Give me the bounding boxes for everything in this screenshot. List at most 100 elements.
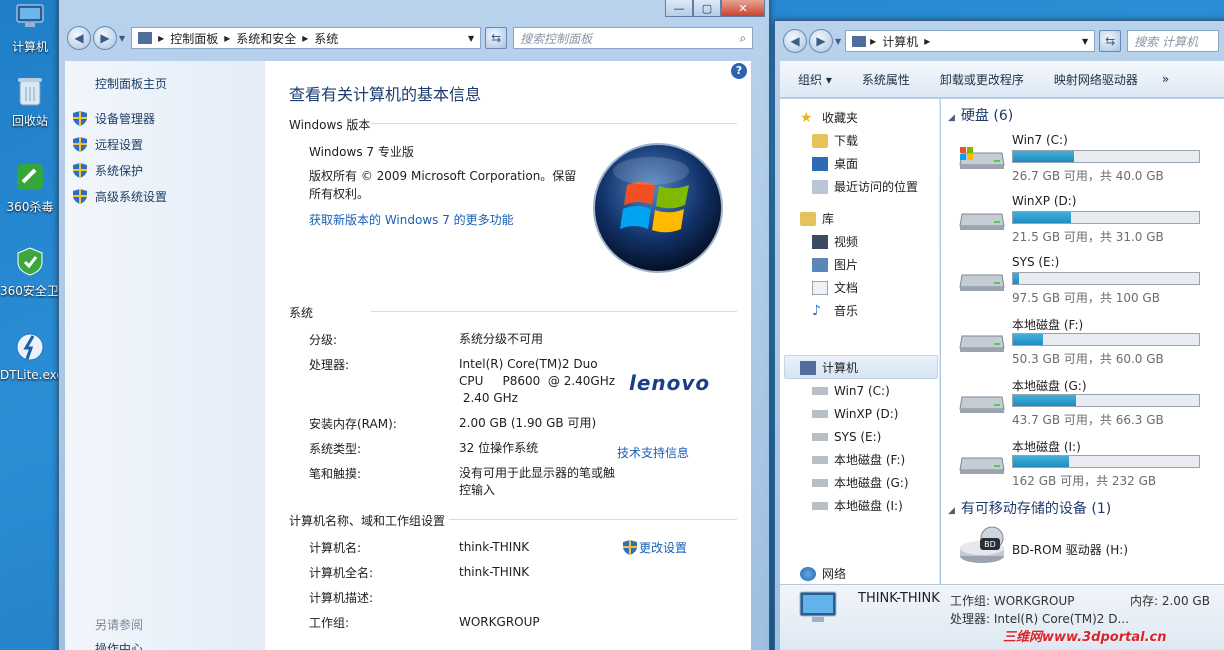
breadcrumb-item[interactable]: 系统和安全 xyxy=(236,30,296,47)
tree-item-pictures[interactable]: 图片 xyxy=(812,253,858,276)
chevron-down-icon[interactable]: ▼ xyxy=(468,34,474,43)
section-computer-name-title: 计算机名称、域和工作组设置 xyxy=(289,512,737,529)
maximize-icon: ▢ xyxy=(701,1,713,15)
recycle-bin-icon xyxy=(13,74,47,108)
tree-item-drive[interactable]: 本地磁盘 (F:) xyxy=(812,448,909,471)
memory-status: 内存: 2.00 GB xyxy=(1130,594,1210,608)
chevron-down-icon[interactable]: ▼ xyxy=(1082,37,1088,46)
drive-usage-bar xyxy=(1012,211,1200,224)
tree-item-videos[interactable]: 视频 xyxy=(812,230,858,253)
desktop-icon-360-antivirus[interactable]: 360杀毒 xyxy=(0,160,60,215)
tree-item-music[interactable]: ♪ 音乐 xyxy=(812,299,858,322)
bd-drive-label: BD-ROM 驱动器 (H:) xyxy=(1012,543,1128,557)
breadcrumb-item[interactable]: 计算机 xyxy=(882,33,918,50)
description-key: 计算机描述: xyxy=(309,591,374,605)
main-panel: ? 查看有关计算机的基本信息 Windows 版本 Windows 7 专业版 … xyxy=(289,61,747,650)
rating-link[interactable]: 系统分级不可用 xyxy=(459,331,729,348)
toolbar-system-properties-button[interactable]: 系统属性 xyxy=(862,71,910,88)
drive-name: Win7 (C:) xyxy=(1012,133,1068,147)
sidebar-item-device-manager[interactable]: 设备管理器 xyxy=(73,110,167,127)
tree-item-drive[interactable]: 本地磁盘 (I:) xyxy=(812,494,909,517)
search-input[interactable]: 搜索控制面板 ⌕ xyxy=(513,27,754,49)
forward-button[interactable]: ▶ xyxy=(93,26,117,50)
workgroup-row: 工作组: WORKGROUP xyxy=(309,614,729,631)
minimize-button[interactable]: — xyxy=(665,0,693,17)
drive-item[interactable]: 本地磁盘 (F:) 50.3 GB 可用，共 60.0 GB xyxy=(958,316,1208,370)
desktop-icon-computer[interactable]: 计算机 xyxy=(0,0,60,55)
removable-group-header[interactable]: ◢ 有可移动存储的设备 (1) xyxy=(948,498,1111,518)
sidebar: 控制面板主页 设备管理器 远程设置 系统保护 高级系统设置 另请参阅 操作中心 xyxy=(65,61,265,650)
sidebar-item-advanced-settings[interactable]: 高级系统设置 xyxy=(73,188,167,205)
network-icon xyxy=(800,566,816,581)
more-features-link[interactable]: 获取新版本的 Windows 7 的更多功能 xyxy=(309,211,514,228)
back-button[interactable]: ◀ xyxy=(783,29,807,53)
help-icon[interactable]: ? xyxy=(731,63,747,79)
sidebar-home-link[interactable]: 控制面板主页 xyxy=(95,75,167,92)
tree-item-downloads[interactable]: 下载 xyxy=(812,129,918,152)
drive-item[interactable]: 本地磁盘 (I:) 162 GB 可用，共 232 GB xyxy=(958,438,1208,492)
recent-places-icon xyxy=(812,179,828,194)
tree-item-libraries[interactable]: 库 xyxy=(800,207,858,230)
breadcrumb-item[interactable]: 系统 xyxy=(314,30,338,47)
search-placeholder: 搜索控制面板 xyxy=(520,31,593,46)
support-info-link[interactable]: 技术支持信息 xyxy=(617,444,689,461)
drive-item[interactable]: Win7 (C:) 26.7 GB 可用，共 40.0 GB xyxy=(958,133,1208,187)
toolbar-organize-button[interactable]: 组织 ▾ xyxy=(798,71,832,88)
tree-item-favorites[interactable]: ★ 收藏夹 xyxy=(800,106,918,129)
tree-item-drive[interactable]: Win7 (C:) xyxy=(812,379,909,402)
explorer-search-input[interactable]: 搜索 计算机 xyxy=(1127,30,1220,52)
tree-libraries: 库 视频 图片 文档 ♪ 音乐 xyxy=(800,207,858,322)
desktop-icon-360-safe[interactable]: 360安全卫士 xyxy=(0,244,60,299)
bd-rom-drive[interactable]: BD BD-ROM 驱动器 (H:) xyxy=(958,526,1208,566)
action-center-link[interactable]: 操作中心 xyxy=(95,640,143,650)
sidebar-item-remote-settings[interactable]: 远程设置 xyxy=(73,136,167,153)
recent-pages-icon[interactable]: ▼ xyxy=(835,37,841,46)
change-settings-label: 更改设置 xyxy=(639,541,688,555)
tree-item-drive[interactable]: SYS (E:) xyxy=(812,425,909,448)
tree-item-recent[interactable]: 最近访问的位置 xyxy=(812,175,918,198)
recent-pages-icon[interactable]: ▼ xyxy=(119,34,125,43)
hard-disk-group-header[interactable]: ◢ 硬盘 (6) xyxy=(948,105,1013,125)
computer-large-icon xyxy=(796,591,840,625)
toolbar-more-button[interactable]: » xyxy=(1162,72,1169,86)
desktop-icon-label: 360杀毒 xyxy=(6,200,54,214)
search-icon: ⌕ xyxy=(739,30,747,45)
collapse-icon: ◢ xyxy=(948,506,955,516)
breadcrumb-sep-icon: ▸ xyxy=(924,34,931,48)
desktop-icon-dtlite[interactable]: DTLite.exe xyxy=(0,330,60,382)
tree-item-drive[interactable]: WinXP (D:) xyxy=(812,402,909,425)
drive-item[interactable]: WinXP (D:) 21.5 GB 可用，共 31.0 GB xyxy=(958,194,1208,248)
description-row: 计算机描述: xyxy=(309,589,729,606)
refresh-button[interactable]: ⇆ xyxy=(1099,30,1122,52)
video-icon xyxy=(812,234,828,249)
forward-arrow-icon: ▶ xyxy=(100,31,110,45)
drive-item[interactable]: 本地磁盘 (G:) 43.7 GB 可用，共 66.3 GB xyxy=(958,377,1208,431)
refresh-button[interactable]: ⇆ xyxy=(485,27,508,49)
breadcrumb-item[interactable]: 控制面板 xyxy=(170,30,218,47)
tree-item-drive[interactable]: 本地磁盘 (G:) xyxy=(812,471,909,494)
address-bar[interactable]: ▸ 控制面板 ▸ 系统和安全 ▸ 系统 ▼ xyxy=(131,27,482,49)
drive-icon xyxy=(812,432,828,441)
desktop-icon-recycle-bin[interactable]: 回收站 xyxy=(0,74,60,129)
workgroup-status: 工作组: WORKGROUP xyxy=(950,594,1075,608)
change-settings-link[interactable]: 更改设置 xyxy=(623,539,687,556)
drive-item[interactable]: SYS (E:) 97.5 GB 可用，共 100 GB xyxy=(958,255,1208,309)
pc-name: THINK-THINK xyxy=(858,591,940,606)
shield-icon xyxy=(73,111,87,126)
explorer-address-bar[interactable]: ▸ 计算机 ▸ ▼ xyxy=(845,30,1096,52)
tree-item-network[interactable]: 网络 xyxy=(800,562,846,585)
maximize-button[interactable]: ▢ xyxy=(693,0,721,17)
minimize-icon: — xyxy=(673,1,685,15)
desktop-icon xyxy=(812,156,828,171)
forward-button[interactable]: ▶ xyxy=(809,29,833,53)
collapse-icon: ◢ xyxy=(948,113,955,123)
tree-item-computer[interactable]: 计算机 xyxy=(800,356,909,379)
toolbar-map-drive-button[interactable]: 映射网络驱动器 xyxy=(1054,71,1138,88)
toolbar-uninstall-button[interactable]: 卸载或更改程序 xyxy=(940,71,1024,88)
tree-item-documents[interactable]: 文档 xyxy=(812,276,858,299)
close-button[interactable]: ✕ xyxy=(721,0,765,17)
back-button[interactable]: ◀ xyxy=(67,26,91,50)
lenovo-logo: lenovo xyxy=(629,371,711,395)
sidebar-item-system-protection[interactable]: 系统保护 xyxy=(73,162,167,179)
tree-item-desktop[interactable]: 桌面 xyxy=(812,152,918,175)
